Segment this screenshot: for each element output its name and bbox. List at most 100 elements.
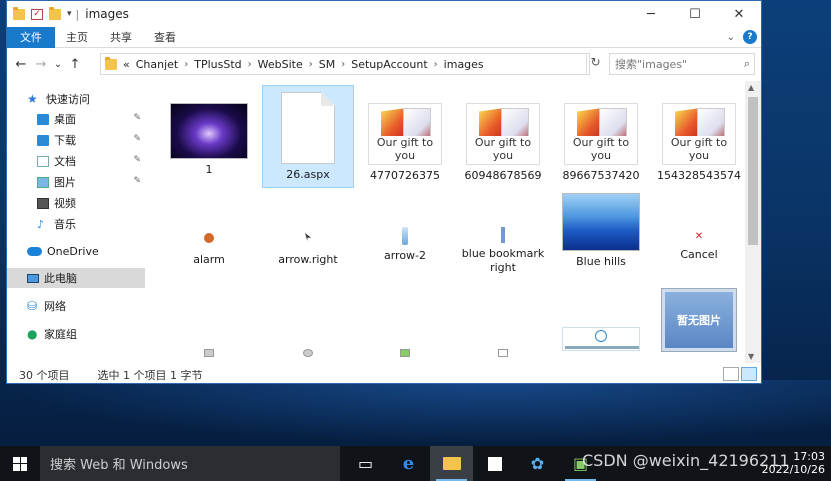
download-icon: [37, 134, 49, 146]
breadcrumb-images[interactable]: images: [444, 58, 484, 71]
sidebar-item-documents[interactable]: 文档 ✎: [7, 151, 145, 171]
file-item[interactable]: [359, 327, 451, 357]
refresh-button[interactable]: ↻: [586, 55, 604, 73]
file-name: 26.aspx: [286, 168, 330, 181]
file-name: blue bookmark right: [461, 247, 545, 274]
tab-share[interactable]: 共享: [99, 29, 143, 45]
image-thumbnail: [562, 327, 640, 351]
breadcrumb-tplusstd[interactable]: TPlusStd: [194, 58, 241, 71]
quick-access-toolbar: ✓ ▾: [7, 6, 72, 20]
file-name: arrow-2: [383, 249, 427, 262]
breadcrumb-overflow[interactable]: «: [123, 58, 130, 71]
customize-qat-icon[interactable]: ▾: [67, 9, 72, 19]
sidebar-item-label: 快速访问: [46, 93, 90, 106]
folder-icon: [442, 457, 461, 470]
file-item[interactable]: Our gift to you 60948678569: [457, 103, 549, 183]
file-item[interactable]: ✕ Cancel: [653, 211, 745, 262]
sidebar-item-desktop[interactable]: 桌面 ✎: [7, 109, 145, 129]
breadcrumb-website[interactable]: WebSite: [258, 58, 303, 71]
title-bar: ✓ ▾ | images ─ ☐ ✕: [7, 1, 761, 27]
minimize-button[interactable]: ─: [629, 1, 673, 27]
app-icon: ✿: [530, 454, 545, 473]
close-button[interactable]: ✕: [717, 1, 761, 27]
file-item[interactable]: 暂无图片: [653, 289, 745, 351]
file-item[interactable]: [262, 327, 354, 357]
sidebar-item-videos[interactable]: 视频: [7, 193, 145, 213]
store-taskbar-button[interactable]: [473, 446, 516, 481]
address-bar[interactable]: « Chanjet › TPlusStd › WebSite › SM › Se…: [100, 53, 590, 75]
sidebar-item-music[interactable]: ♪ 音乐: [7, 214, 145, 234]
sidebar-item-label: 桌面: [54, 113, 76, 126]
breadcrumb-separator[interactable]: ›: [434, 59, 438, 70]
item-count: 30 个项目: [19, 368, 70, 382]
file-item[interactable]: [457, 327, 549, 357]
breadcrumb-separator[interactable]: ›: [341, 59, 345, 70]
file-item[interactable]: Our gift to you 154328543574: [653, 103, 745, 183]
task-view-icon: ▭: [357, 454, 374, 473]
file-item[interactable]: Our gift to you 4770726375: [359, 103, 451, 183]
app-taskbar-button[interactable]: ✿: [516, 446, 559, 481]
up-button[interactable]: ↑: [65, 57, 85, 72]
pin-icon: ✎: [133, 176, 141, 186]
tab-view[interactable]: 查看: [143, 29, 187, 45]
search-icon[interactable]: ⌕: [744, 57, 750, 71]
sidebar-item-this-pc[interactable]: 此电脑: [7, 268, 145, 288]
document-icon: [37, 155, 49, 167]
sidebar-item-label: 网络: [44, 300, 66, 313]
new-folder-icon[interactable]: [49, 6, 61, 20]
back-button[interactable]: ←: [11, 57, 31, 72]
details-view-button[interactable]: [723, 367, 739, 381]
video-icon: [37, 197, 49, 209]
music-icon: ♪: [37, 217, 45, 231]
start-button[interactable]: [0, 446, 40, 481]
task-view-button[interactable]: ▭: [344, 446, 387, 481]
breadcrumb-chanjet[interactable]: Chanjet: [136, 58, 179, 71]
sidebar-item-label: 视频: [54, 197, 76, 210]
sidebar-item-onedrive[interactable]: OneDrive: [7, 241, 145, 261]
ribbon-tabs: 文件 主页 共享 查看 ⌄ ?: [7, 26, 761, 48]
tab-file[interactable]: 文件: [7, 26, 55, 48]
breadcrumb-separator[interactable]: ›: [184, 59, 188, 70]
help-icon[interactable]: ?: [743, 30, 757, 44]
title-separator: |: [75, 7, 80, 21]
file-item[interactable]: Blue hills: [555, 193, 647, 269]
scrollbar-thumb[interactable]: [748, 97, 758, 245]
file-item[interactable]: arrow-2: [359, 211, 451, 263]
breadcrumb-separator[interactable]: ›: [309, 59, 313, 70]
expand-ribbon-icon[interactable]: ⌄: [727, 32, 735, 43]
maximize-button[interactable]: ☐: [673, 1, 717, 27]
file-item[interactable]: 1: [163, 103, 255, 177]
sidebar-item-network[interactable]: ⛁ 网络: [7, 296, 145, 316]
breadcrumb-setupaccount[interactable]: SetupAccount: [351, 58, 427, 71]
properties-icon[interactable]: ✓: [31, 8, 43, 20]
file-name: alarm: [193, 253, 225, 266]
vertical-scrollbar[interactable]: ▲ ▼: [745, 81, 761, 363]
large-icons-view-button[interactable]: [741, 367, 757, 381]
breadcrumb-sm[interactable]: SM: [319, 58, 335, 71]
sidebar-item-pictures[interactable]: 图片 ✎: [7, 172, 145, 192]
sidebar-item-downloads[interactable]: 下载 ✎: [7, 130, 145, 150]
file-item[interactable]: blue bookmark right: [457, 211, 549, 275]
sidebar-item-label: 文档: [54, 155, 76, 168]
forward-button[interactable]: →: [31, 57, 51, 72]
file-name: 154328543574: [657, 169, 741, 182]
window-controls: ─ ☐ ✕: [629, 1, 761, 27]
edge-taskbar-button[interactable]: e: [387, 446, 430, 481]
taskbar-search-input[interactable]: 搜索 Web 和 Windows: [40, 446, 340, 481]
sidebar-item-homegroup[interactable]: ● 家庭组: [7, 324, 145, 344]
tab-home[interactable]: 主页: [55, 29, 99, 45]
file-item[interactable]: [555, 317, 647, 351]
file-item[interactable]: Our gift to you 89667537420: [555, 103, 647, 183]
recent-locations-button[interactable]: ⌄: [51, 59, 65, 70]
file-item[interactable]: arrow.right: [262, 211, 354, 267]
explorer-taskbar-button[interactable]: [430, 446, 473, 481]
file-item[interactable]: alarm: [163, 211, 255, 267]
search-input[interactable]: 搜索"images" ⌕: [609, 53, 755, 75]
sidebar-item-quick-access[interactable]: ★ 快速访问: [7, 89, 145, 109]
pictures-icon: [37, 176, 49, 188]
file-item-selected[interactable]: 26.aspx: [262, 85, 354, 188]
breadcrumb-separator[interactable]: ›: [248, 59, 252, 70]
scroll-up-icon[interactable]: ▲: [748, 83, 754, 92]
scroll-down-icon[interactable]: ▼: [748, 352, 754, 361]
file-item[interactable]: [163, 327, 255, 357]
